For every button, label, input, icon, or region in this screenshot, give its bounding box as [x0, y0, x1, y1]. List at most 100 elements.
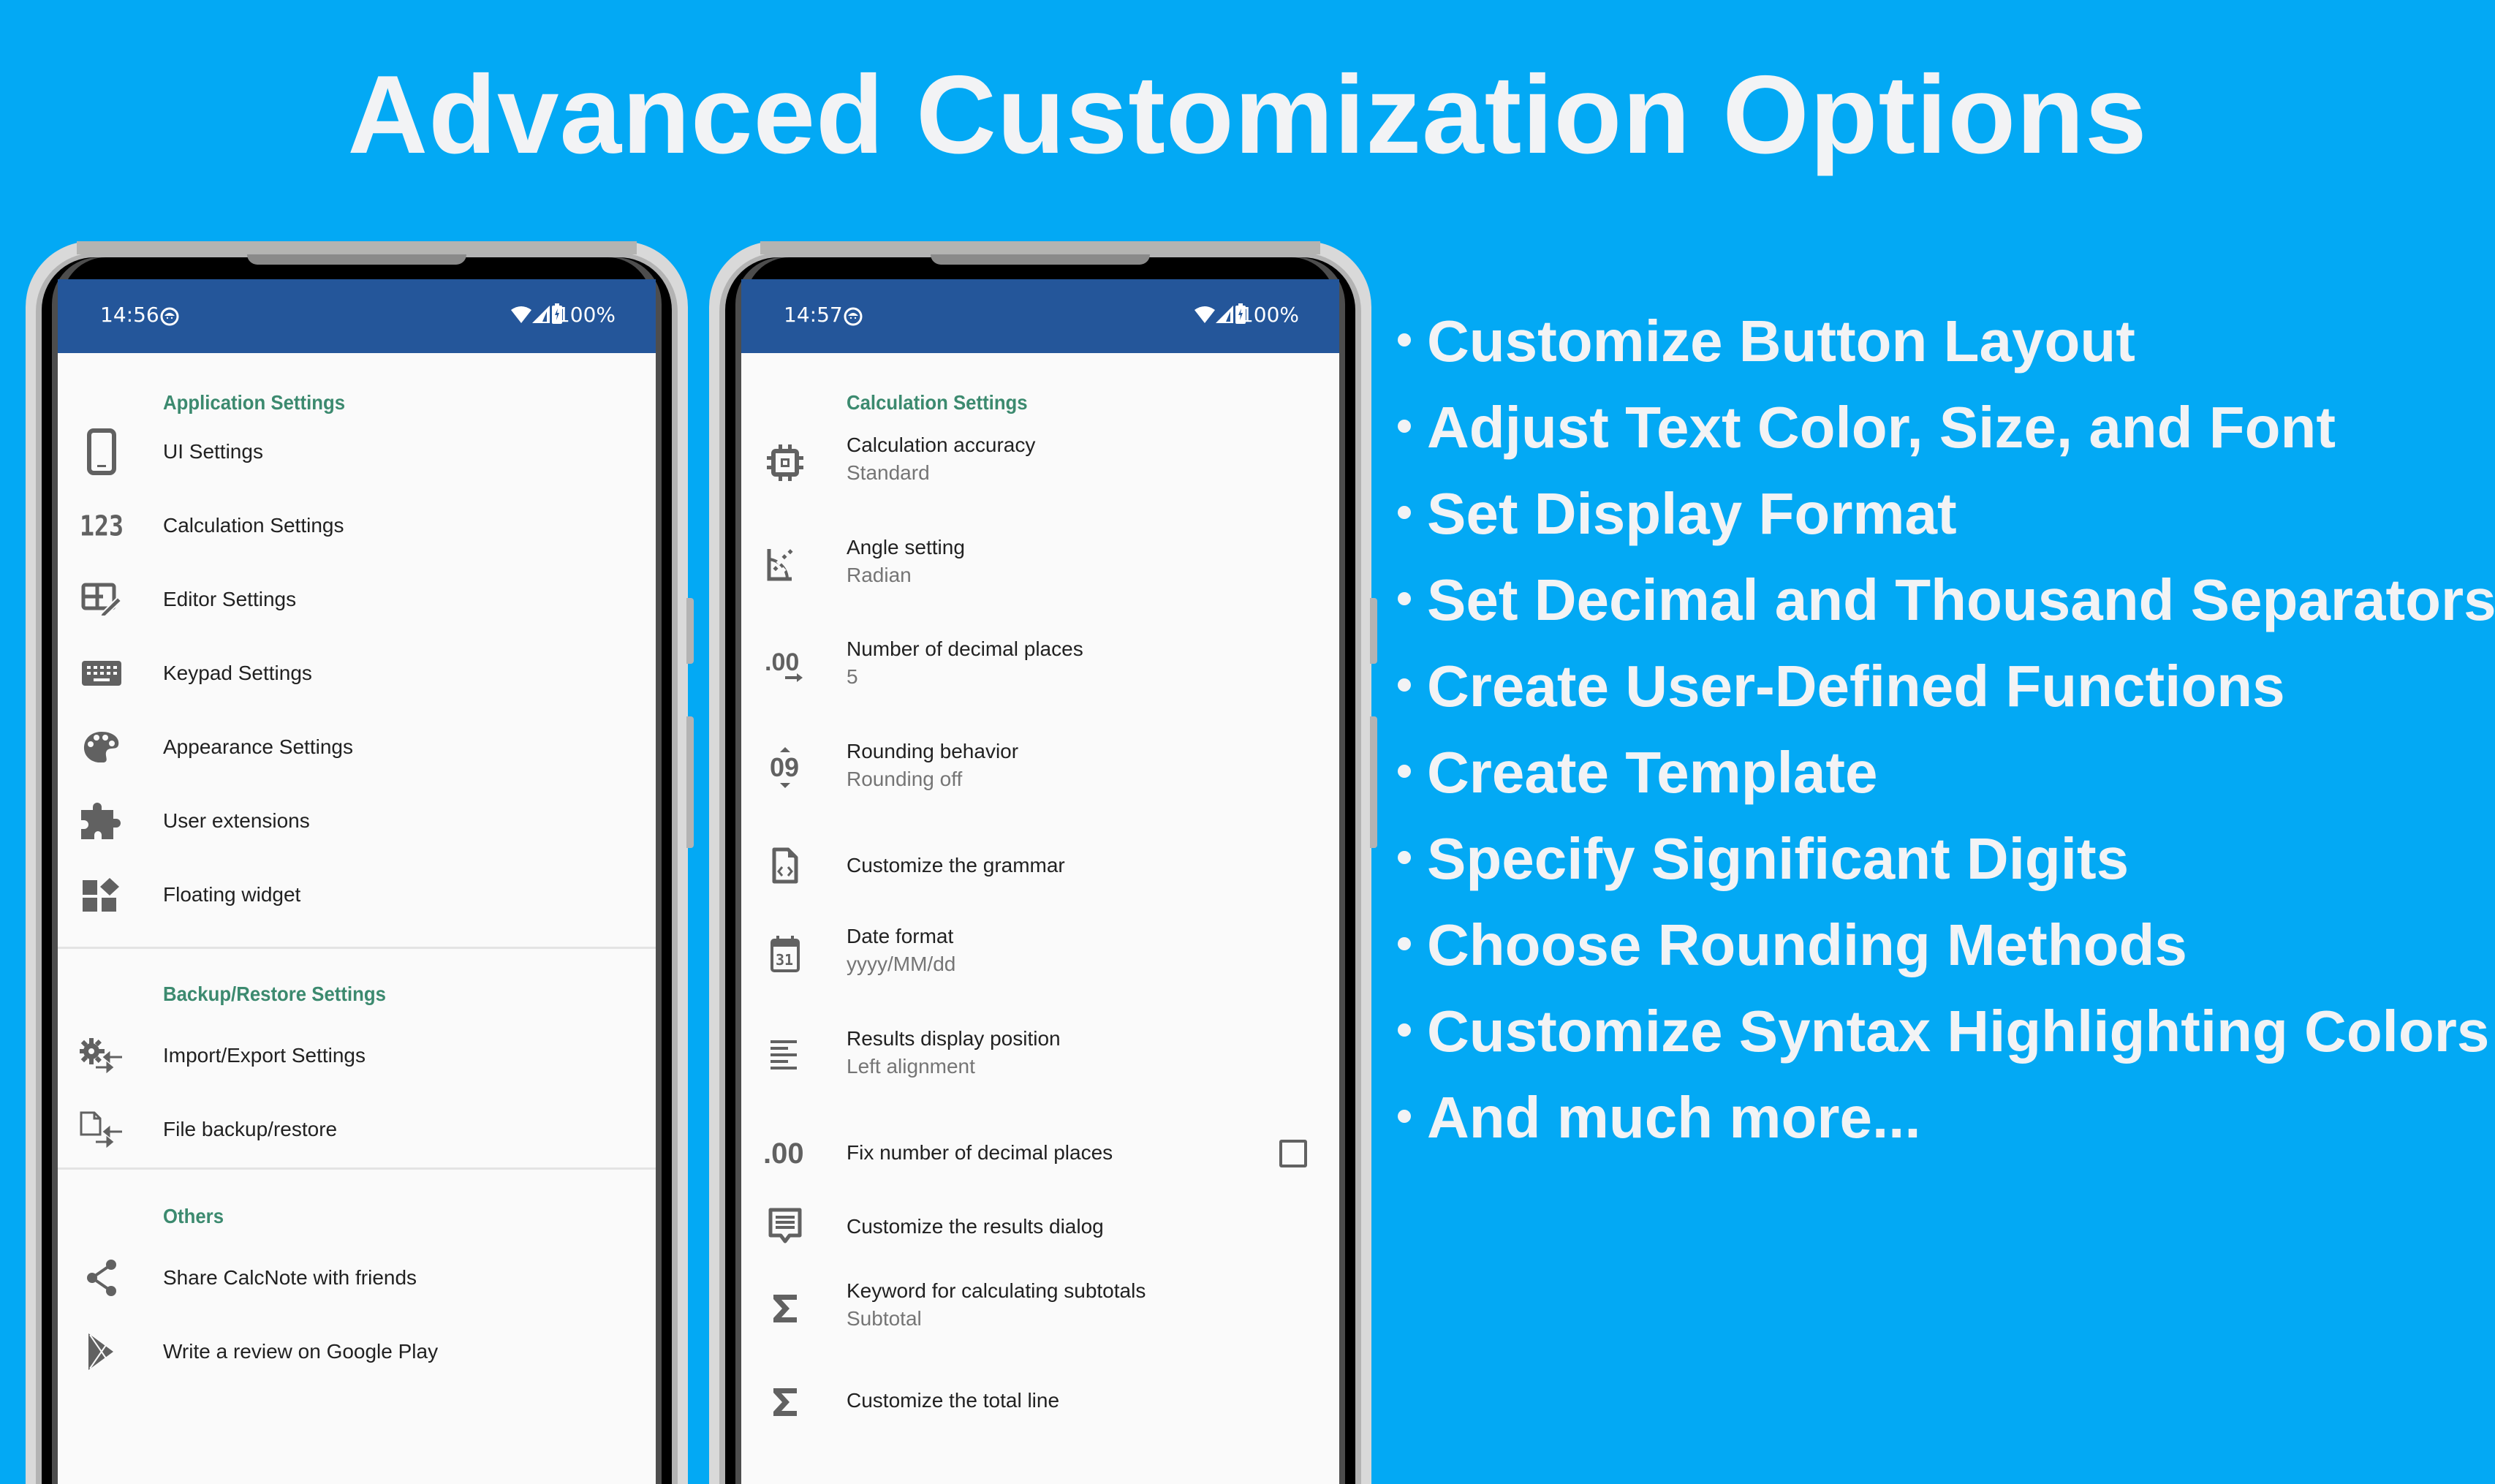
align-left-icon	[763, 1034, 807, 1078]
settings-item-editor[interactable]: Editor Settings	[58, 563, 656, 636]
phone-notch	[931, 254, 1150, 265]
bullet-dot	[1398, 1023, 1411, 1037]
settings-item-label: User extensions	[163, 809, 310, 832]
settings-item-value: yyyy/MM/dd	[847, 953, 956, 975]
bullet-dot	[1398, 850, 1411, 864]
settings-item-label: Fix number of decimal places	[847, 1141, 1113, 1164]
angle-icon	[763, 543, 807, 587]
status-time: 14:56	[100, 303, 159, 327]
google-play-icon	[80, 1330, 124, 1374]
svg-text:.00: .00	[765, 648, 799, 676]
settings-item-appearance[interactable]: Appearance Settings	[58, 711, 656, 784]
status-time: 14:57	[784, 303, 843, 327]
battery-level: 100%	[556, 303, 616, 327]
editor-edit-icon	[80, 578, 124, 621]
palette-icon	[80, 725, 124, 769]
settings-item-date-format[interactable]: 31 Date format yyyy/MM/dd	[741, 912, 1339, 1007]
phone-mockup-app-settings: 14:56 100% Application Settings UI Setti…	[26, 241, 694, 1484]
settings-item-total-line[interactable]: Customize the total line	[741, 1368, 1339, 1442]
settings-item-keypad[interactable]: Keypad Settings	[58, 637, 656, 710]
numbers-123-icon: 123	[80, 504, 124, 548]
phone-mockup-calculation-settings: 14:57 100% Calculation Settings Calculat…	[709, 241, 1377, 1484]
extension-puzzle-icon	[80, 799, 124, 843]
settings-item-results-dialog[interactable]: Customize the results dialog	[741, 1190, 1339, 1263]
code-file-icon	[763, 844, 807, 887]
feature-item: Customize Syntax Highlighting Colors	[1398, 988, 2495, 1075]
bullet-dot	[1398, 591, 1411, 605]
feature-item: Choose Rounding Methods	[1398, 902, 2495, 988]
bullet-dot	[1398, 936, 1411, 950]
section-divider	[58, 1167, 656, 1170]
keyboard-icon	[80, 651, 124, 695]
settings-item-file-backup[interactable]: File backup/restore	[58, 1093, 656, 1166]
settings-item-user-extensions[interactable]: User extensions	[58, 784, 656, 858]
svg-text:09: 09	[770, 752, 799, 782]
feature-text: Choose Rounding Methods	[1427, 912, 2187, 977]
feature-text: Customize Syntax Highlighting Colors	[1427, 999, 2490, 1064]
status-bar: 14:57 100%	[741, 279, 1339, 353]
feature-text: Create User-Defined Functions	[1427, 654, 2285, 719]
settings-item-ui[interactable]: UI Settings	[58, 415, 656, 488]
settings-item-label: Share CalcNote with friends	[163, 1266, 417, 1289]
sigma-icon	[763, 1380, 807, 1424]
widgets-icon	[80, 873, 124, 917]
settings-item-label: Customize the grammar	[847, 854, 1065, 877]
settings-item-calculation[interactable]: 123 Calculation Settings	[58, 489, 656, 562]
wifi-icon	[1195, 306, 1215, 323]
feature-text: Set Decimal and Thousand Separators	[1427, 567, 2495, 632]
feature-text: Set Display Format	[1427, 481, 1957, 546]
settings-item-label: Keyword for calculating subtotals	[847, 1279, 1146, 1302]
share-icon	[80, 1256, 124, 1300]
settings-item-label: File backup/restore	[163, 1118, 338, 1140]
settings-item-value: Left alignment	[847, 1055, 975, 1078]
signal-icon	[1216, 306, 1233, 323]
feature-text: Specify Significant Digits	[1427, 826, 2129, 891]
status-bar: 14:56 100%	[58, 279, 656, 353]
notification-icon	[160, 307, 179, 326]
settings-item-floating-widget[interactable]: Floating widget	[58, 858, 656, 931]
phone-screen: 14:56 100% Application Settings UI Setti…	[58, 279, 656, 1484]
settings-item-rounding[interactable]: 09 Rounding behavior Rounding off	[741, 727, 1339, 822]
settings-import-export-icon	[80, 1034, 124, 1078]
section-header-backup-restore: Backup/Restore Settings	[163, 983, 386, 1005]
page-title: Advanced Customization Options	[347, 53, 2148, 177]
settings-item-label: Appearance Settings	[163, 735, 353, 758]
settings-item-import-export[interactable]: Import/Export Settings	[58, 1019, 656, 1092]
settings-item-review[interactable]: Write a review on Google Play	[58, 1315, 656, 1388]
settings-item-subtotal-keyword[interactable]: Keyword for calculating subtotals Subtot…	[741, 1266, 1339, 1361]
settings-item-angle[interactable]: Angle setting Radian	[741, 523, 1339, 618]
section-header-calculation-settings: Calculation Settings	[847, 391, 1028, 414]
settings-item-label: Write a review on Google Play	[163, 1340, 439, 1363]
section-header-others: Others	[163, 1205, 224, 1227]
power-button	[1370, 716, 1377, 848]
settings-item-decimal-places[interactable]: .00 Number of decimal places 5	[741, 624, 1339, 719]
settings-item-value: Rounding off	[847, 768, 963, 790]
wifi-icon	[511, 306, 531, 323]
signal-icon	[532, 306, 550, 323]
feature-text: Customize Button Layout	[1427, 308, 2135, 374]
settings-item-label: Rounding behavior	[847, 740, 1019, 762]
settings-item-value: 5	[847, 665, 858, 688]
settings-item-fix-decimal[interactable]: .00 Fix number of decimal places	[741, 1116, 1339, 1189]
bullet-dot	[1398, 1109, 1411, 1123]
settings-item-calculation-accuracy[interactable]: Calculation accuracy Standard	[741, 420, 1339, 515]
feature-item: Set Display Format	[1398, 471, 2495, 557]
settings-item-share[interactable]: Share CalcNote with friends	[58, 1241, 656, 1314]
fix-decimal-checkbox[interactable]	[1279, 1140, 1307, 1167]
calendar-icon: 31	[763, 932, 807, 976]
feature-item: And much more...	[1398, 1075, 2495, 1161]
feature-item: Set Decimal and Thousand Separators	[1398, 557, 2495, 643]
rounding-icon: 09	[763, 746, 807, 790]
bullet-dot	[1398, 505, 1411, 519]
settings-item-results-position[interactable]: Results display position Left alignment	[741, 1014, 1339, 1109]
section-header-application-settings: Application Settings	[163, 391, 346, 414]
settings-item-value: Subtotal	[847, 1307, 922, 1330]
settings-item-grammar[interactable]: Customize the grammar	[741, 829, 1339, 902]
svg-text:123: 123	[80, 513, 124, 538]
volume-button	[1370, 598, 1377, 664]
settings-item-label: Customize the results dialog	[847, 1215, 1104, 1238]
feature-text: Adjust Text Color, Size, and Font	[1427, 395, 2336, 460]
svg-text:.00: .00	[763, 1138, 804, 1167]
feature-item: Create Template	[1398, 730, 2495, 816]
feature-item: Customize Button Layout	[1398, 298, 2495, 385]
